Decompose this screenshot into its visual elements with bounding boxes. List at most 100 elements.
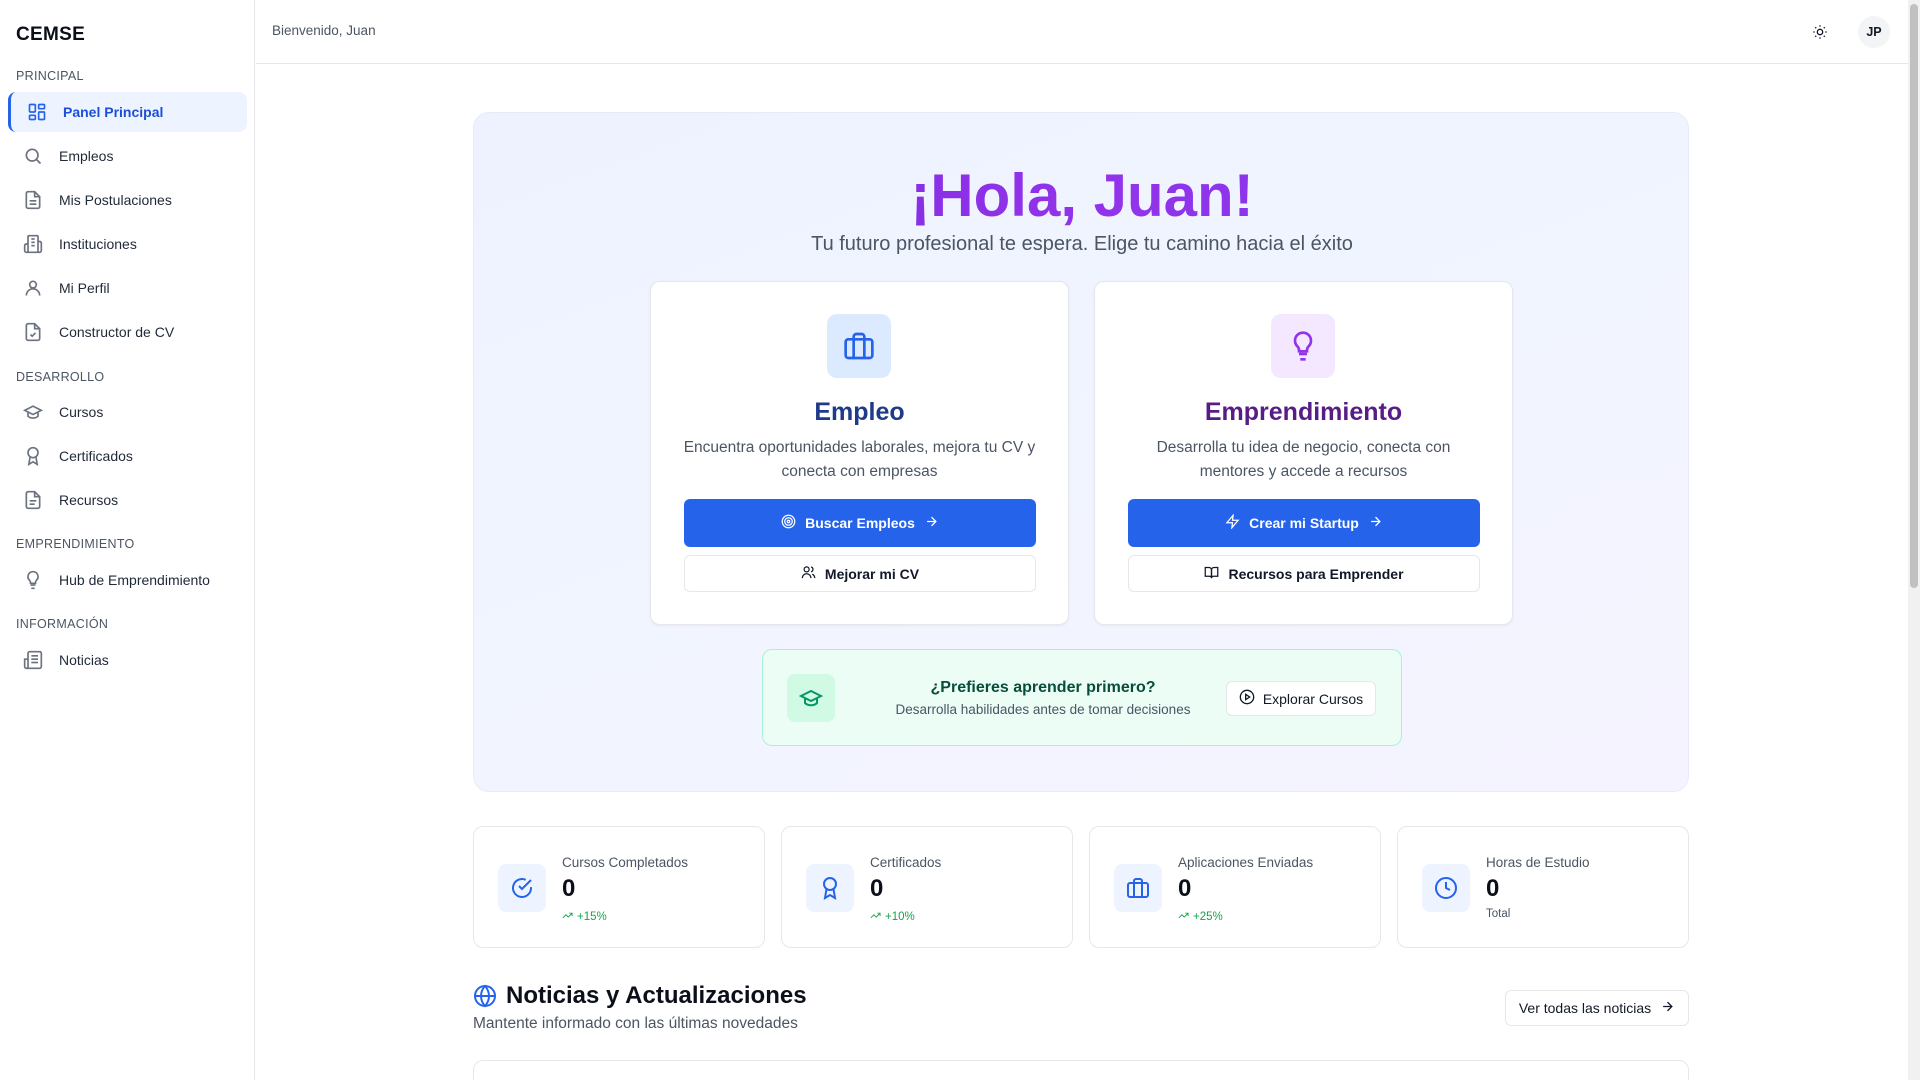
news-header: Noticias y Actualizaciones bbox=[473, 982, 807, 1010]
sidebar-item-label: Hub de Emprendimiento bbox=[59, 572, 210, 588]
lightbulb-icon bbox=[1271, 314, 1335, 378]
file-check-icon bbox=[22, 321, 44, 343]
ver-todas-label: Ver todas las noticias bbox=[1518, 1000, 1652, 1016]
arrow-right-icon bbox=[1660, 999, 1675, 1017]
sidebar-item-hub-emprendimiento[interactable]: Hub de Emprendimiento bbox=[8, 560, 247, 600]
brand-logo[interactable]: CEMSE bbox=[16, 24, 85, 46]
sidebar-item-label: Cursos bbox=[59, 404, 104, 420]
book-open-icon bbox=[1204, 565, 1219, 583]
stat-value: 0 bbox=[870, 875, 884, 902]
emprendimiento-card: Emprendimiento Desarrolla tu idea de neg… bbox=[1094, 281, 1513, 625]
mejorar-cv-label: Mejorar mi CV bbox=[824, 565, 920, 582]
search-icon bbox=[22, 145, 44, 167]
globe-icon bbox=[473, 984, 497, 1008]
welcome-text: Bienvenido, Juan bbox=[272, 23, 376, 38]
zap-icon bbox=[1225, 513, 1240, 532]
section-label-informacion: INFORMACIÓN bbox=[16, 617, 109, 631]
building-icon bbox=[22, 233, 44, 255]
empleo-description: Encuentra oportunidades laborales, mejor… bbox=[683, 439, 1036, 480]
stat-card-cursos: Cursos Completados 0 +15% bbox=[473, 826, 765, 948]
newspaper-icon bbox=[22, 649, 44, 671]
explorar-cursos-button[interactable]: Explorar Cursos bbox=[1226, 681, 1376, 716]
scrollbar[interactable] bbox=[1908, 0, 1920, 1080]
avatar[interactable]: JP bbox=[1858, 16, 1890, 48]
sidebar-item-label: Empleos bbox=[59, 148, 114, 164]
sidebar-item-empleos[interactable]: Empleos bbox=[8, 136, 247, 176]
stat-value: 0 bbox=[1178, 875, 1192, 902]
explorar-cursos-label: Explorar Cursos bbox=[1262, 690, 1364, 707]
dashboard-icon bbox=[26, 101, 48, 123]
sidebar-item-label: Mi Perfil bbox=[59, 280, 110, 296]
sidebar-item-noticias[interactable]: Noticias bbox=[8, 640, 247, 680]
scrollbar-thumb[interactable] bbox=[1910, 4, 1918, 588]
lightbulb-icon bbox=[22, 569, 44, 591]
user-icon bbox=[22, 277, 44, 299]
ver-todas-noticias-button[interactable]: Ver todas las noticias bbox=[1505, 990, 1689, 1026]
buscar-empleos-label: Buscar Empleos bbox=[805, 515, 915, 531]
sidebar-item-label: Noticias bbox=[59, 652, 109, 668]
trending-up-icon bbox=[1178, 910, 1189, 924]
emprendimiento-title: Emprendimiento bbox=[1204, 398, 1403, 426]
trending-up-icon bbox=[870, 910, 881, 924]
stat-card-aplicaciones: Aplicaciones Enviadas 0 +25% bbox=[1089, 826, 1381, 948]
sidebar-item-certificados[interactable]: Certificados bbox=[8, 436, 247, 476]
learn-title: ¿Prefieres aprender primero? bbox=[930, 679, 1156, 696]
stat-trend-value: +25% bbox=[1193, 911, 1223, 923]
sidebar-item-mis-postulaciones[interactable]: Mis Postulaciones bbox=[8, 180, 247, 220]
file-text-icon bbox=[22, 489, 44, 511]
buscar-empleos-button[interactable]: Buscar Empleos bbox=[684, 499, 1036, 547]
sidebar: CEMSE PRINCIPAL Panel Principal Empleos … bbox=[0, 0, 255, 1080]
stat-trend: +25% bbox=[1178, 910, 1223, 924]
mejorar-cv-button[interactable]: Mejorar mi CV bbox=[684, 555, 1036, 592]
stat-label: Horas de Estudio bbox=[1486, 855, 1590, 870]
hero-subtitle: Tu futuro profesional te espera. Elige t… bbox=[811, 233, 1353, 255]
recursos-emprender-label: Recursos para Emprender bbox=[1228, 565, 1404, 582]
graduation-cap-icon bbox=[22, 401, 44, 423]
crear-startup-button[interactable]: Crear mi Startup bbox=[1128, 499, 1480, 547]
empleo-title: Empleo bbox=[814, 398, 905, 426]
sidebar-item-recursos[interactable]: Recursos bbox=[8, 480, 247, 520]
news-card bbox=[473, 1060, 1689, 1080]
stat-note: Total bbox=[1486, 908, 1511, 920]
clock-icon bbox=[1422, 864, 1470, 912]
arrow-right-icon bbox=[924, 514, 939, 532]
stat-label: Aplicaciones Enviadas bbox=[1178, 855, 1314, 870]
document-icon bbox=[22, 189, 44, 211]
news-title: Noticias y Actualizaciones bbox=[506, 982, 807, 1009]
sidebar-item-label: Panel Principal bbox=[63, 104, 164, 120]
news-subtitle: Mantente informado con las últimas noved… bbox=[473, 1015, 798, 1032]
arrow-right-icon bbox=[1368, 514, 1383, 532]
sun-icon[interactable] bbox=[1808, 20, 1832, 44]
trending-up-icon bbox=[562, 910, 573, 924]
sidebar-item-label: Certificados bbox=[59, 448, 133, 464]
stat-value: 0 bbox=[1486, 875, 1500, 902]
graduation-cap-icon bbox=[787, 674, 835, 722]
stat-card-horas: Horas de Estudio 0 Total bbox=[1397, 826, 1689, 948]
briefcase-icon bbox=[827, 314, 891, 378]
users-icon bbox=[801, 565, 816, 583]
sidebar-item-label: Constructor de CV bbox=[59, 324, 175, 340]
emprendimiento-description: Desarrolla tu idea de negocio, conecta c… bbox=[1156, 439, 1451, 480]
section-label-principal: PRINCIPAL bbox=[16, 69, 84, 83]
stat-trend-value: +15% bbox=[577, 911, 607, 923]
stat-trend: +15% bbox=[562, 910, 607, 924]
sidebar-item-instituciones[interactable]: Instituciones bbox=[8, 224, 247, 264]
stat-value: 0 bbox=[562, 875, 576, 902]
section-label-emprendimiento: EMPRENDIMIENTO bbox=[16, 537, 135, 551]
award-icon bbox=[22, 445, 44, 467]
sidebar-item-mi-perfil[interactable]: Mi Perfil bbox=[8, 268, 247, 308]
sidebar-item-label: Recursos bbox=[59, 492, 119, 508]
recursos-emprender-button[interactable]: Recursos para Emprender bbox=[1128, 555, 1480, 592]
learn-first-banner: ¿Prefieres aprender primero? Desarrolla … bbox=[762, 649, 1402, 746]
stat-label: Certificados bbox=[870, 855, 942, 870]
sidebar-item-panel-principal[interactable]: Panel Principal bbox=[8, 92, 247, 132]
stat-card-certificados: Certificados 0 +10% bbox=[781, 826, 1073, 948]
stat-label: Cursos Completados bbox=[562, 855, 689, 870]
top-bar: Bienvenido, Juan JP bbox=[256, 0, 1920, 64]
sidebar-item-cursos[interactable]: Cursos bbox=[8, 392, 247, 432]
hero-section: ¡Hola, Juan! Tu futuro profesional te es… bbox=[473, 112, 1689, 792]
section-label-desarrollo: DESARROLLO bbox=[16, 370, 105, 384]
empleo-card: Empleo Encuentra oportunidades laborales… bbox=[650, 281, 1069, 625]
check-circle-icon bbox=[498, 864, 546, 912]
sidebar-item-constructor-cv[interactable]: Constructor de CV bbox=[8, 312, 247, 352]
